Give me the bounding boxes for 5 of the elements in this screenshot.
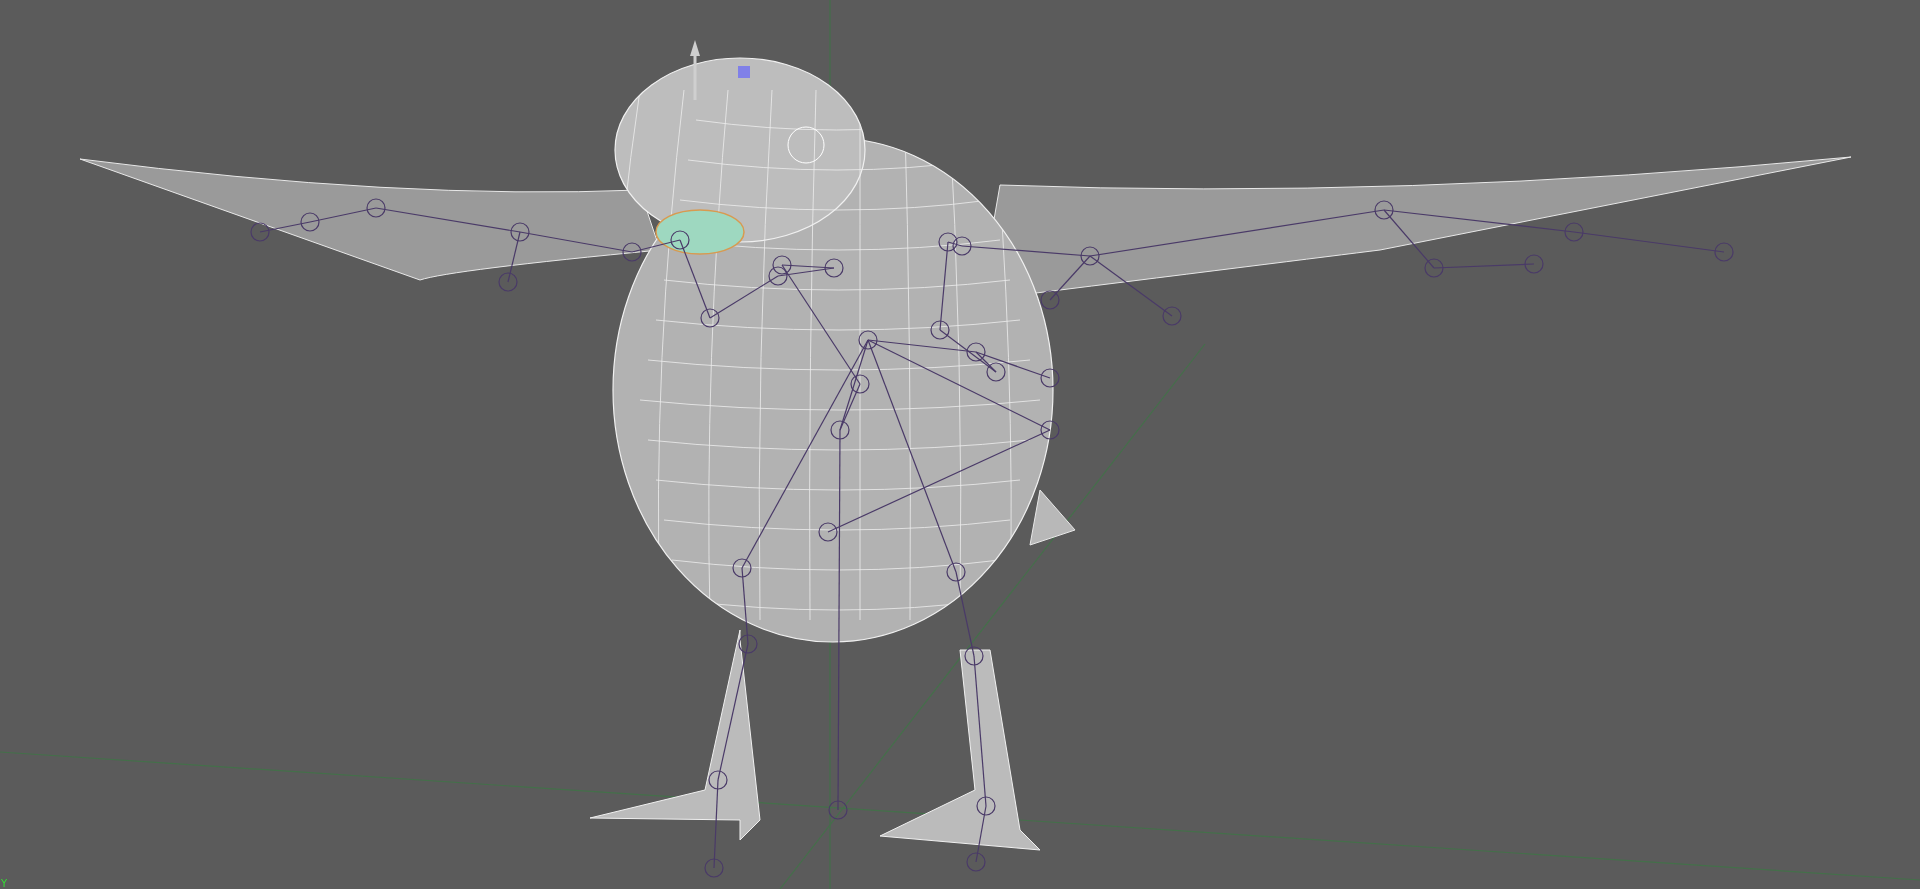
axis-label: Y	[1, 879, 8, 889]
move-handle-icon[interactable]	[690, 40, 700, 100]
3d-viewport[interactable]: Y	[0, 0, 1920, 889]
rig-skeleton-drawing[interactable]	[250, 198, 1734, 878]
bird-model-drawing[interactable]	[79, 57, 1852, 851]
